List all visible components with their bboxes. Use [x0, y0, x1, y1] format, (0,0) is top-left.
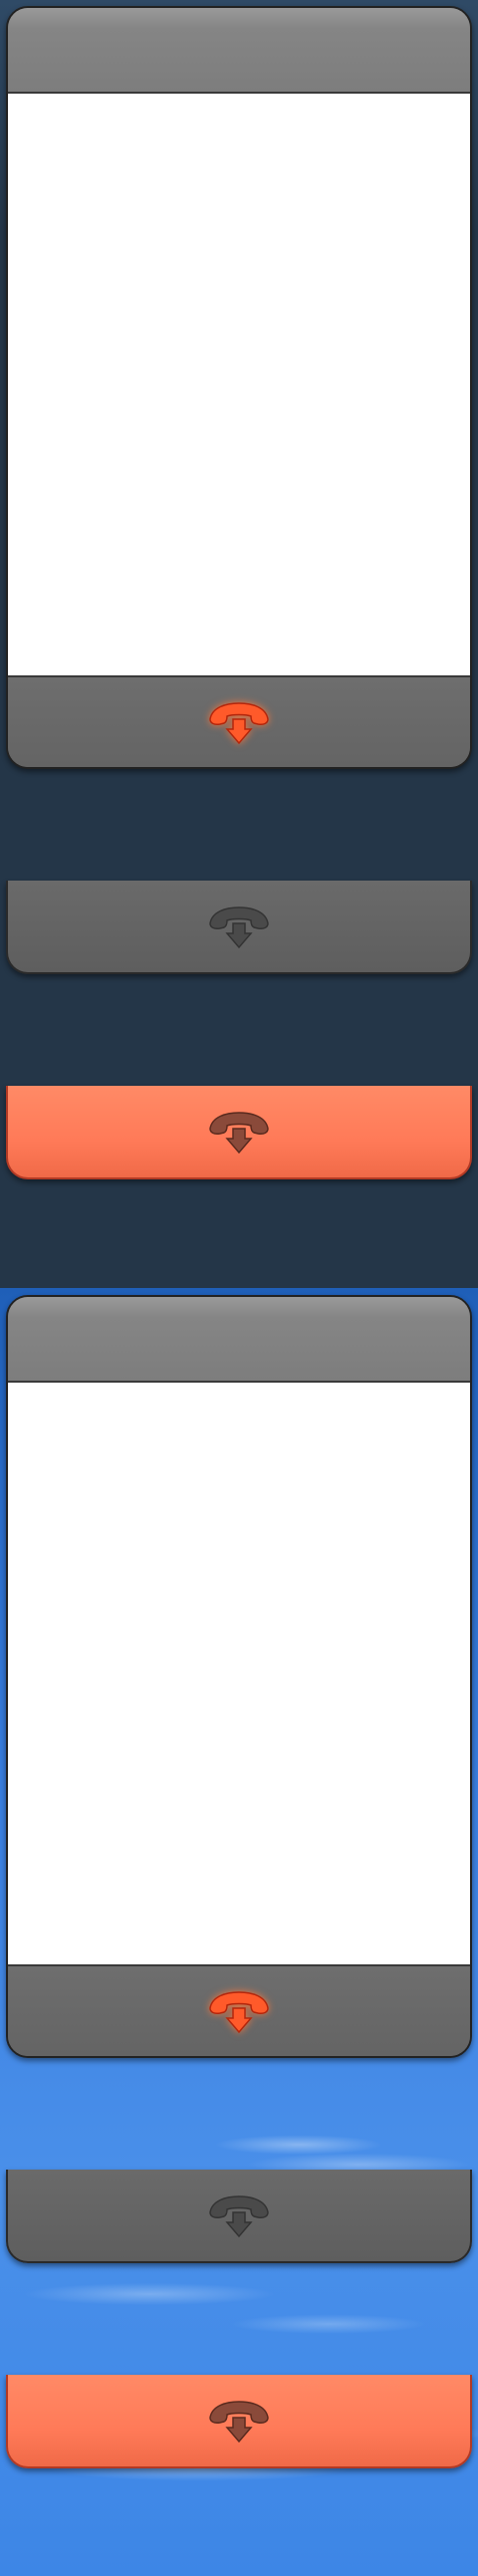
hang-up-button-disabled[interactable] — [206, 2190, 272, 2240]
hang-up-phone-icon — [209, 702, 269, 745]
hang-up-button[interactable] — [206, 1986, 272, 2036]
hang-up-bar-pressed-dark — [6, 1086, 472, 1179]
hang-up-phone-icon — [209, 2401, 269, 2444]
hang-up-phone-icon — [209, 2195, 269, 2238]
hang-up-button-pressed[interactable] — [206, 1107, 272, 1157]
call-panel-header — [8, 1297, 470, 1383]
hang-up-bar-disabled-dark — [6, 881, 472, 974]
hang-up-button-pressed[interactable] — [206, 2396, 272, 2446]
call-panel-dark — [6, 6, 472, 769]
hang-up-bar-pressed-sky — [6, 2375, 472, 2468]
hang-up-button[interactable] — [206, 697, 272, 747]
call-panel-content — [8, 1383, 470, 1966]
hang-up-phone-icon — [209, 1112, 269, 1155]
call-panel-header — [8, 8, 470, 94]
call-panel-content — [8, 94, 470, 677]
call-panel-sky — [6, 1295, 472, 2058]
hang-up-phone-icon — [209, 906, 269, 949]
call-panel-footer — [8, 1966, 470, 2056]
hang-up-bar-disabled-sky — [6, 2170, 472, 2263]
hang-up-phone-icon — [209, 1991, 269, 2034]
hang-up-button-disabled[interactable] — [206, 902, 272, 951]
call-panel-footer — [8, 677, 470, 767]
